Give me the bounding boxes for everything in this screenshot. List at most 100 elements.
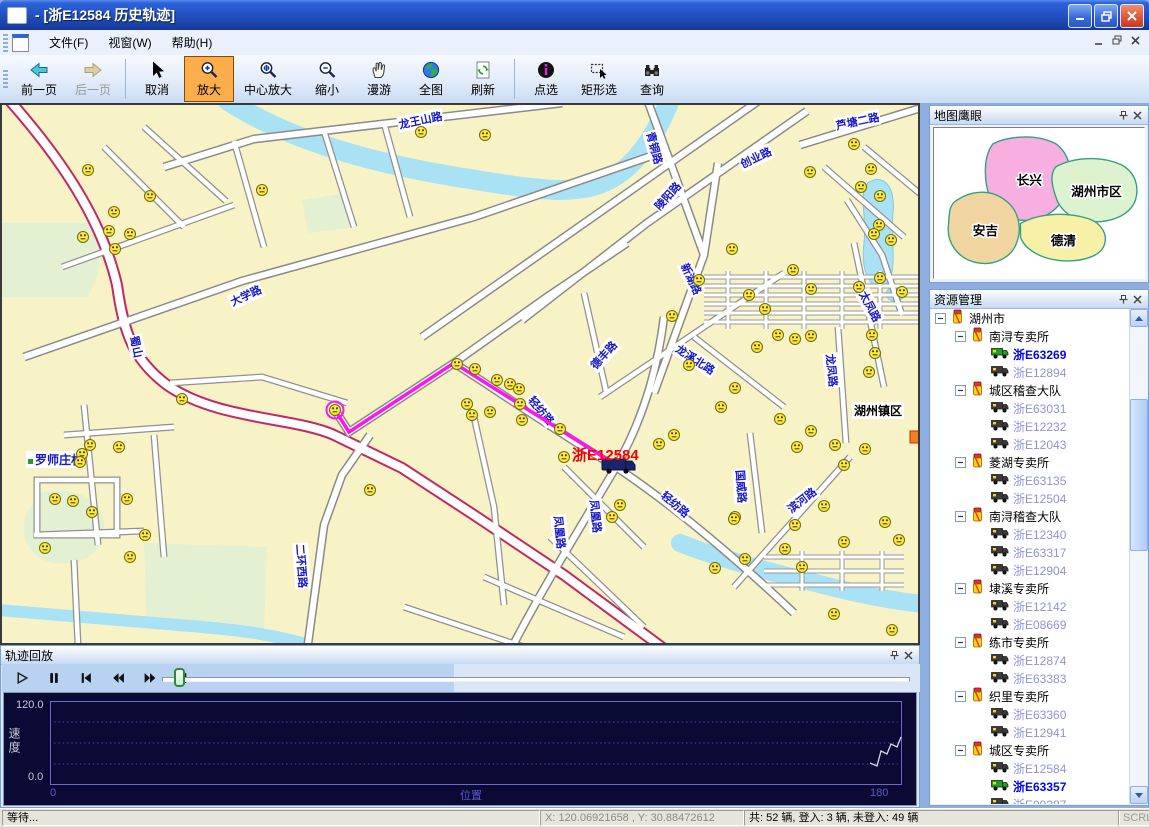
vehicle-smiley-marker[interactable] — [894, 535, 905, 546]
vehicle-smiley-marker[interactable] — [849, 139, 860, 150]
vehicle-smiley-marker[interactable] — [365, 485, 376, 496]
vehicle-smiley-marker[interactable] — [875, 191, 886, 202]
vehicle-smiley-marker[interactable] — [856, 182, 867, 193]
tree-vehicle[interactable]: 浙E63357 — [931, 777, 1130, 795]
vehicle-smiley-marker[interactable] — [792, 442, 803, 453]
vehicle-smiley-marker[interactable] — [514, 384, 525, 395]
vehicle-smiley-marker[interactable] — [740, 554, 751, 565]
vehicle-smiley-marker[interactable] — [85, 440, 96, 451]
vehicle-smiley-marker[interactable] — [555, 424, 566, 435]
vehicle-smiley-marker[interactable] — [775, 414, 786, 425]
tree-vehicle[interactable]: 浙E12941 — [931, 723, 1130, 741]
tree-vehicle[interactable]: 浙E09387 — [931, 795, 1130, 804]
vehicle-smiley-marker[interactable] — [654, 439, 665, 450]
vehicle-smiley-marker[interactable] — [140, 530, 151, 541]
vehicle-smiley-marker[interactable] — [788, 265, 799, 276]
vehicle-smiley-marker[interactable] — [744, 290, 755, 301]
tree-group[interactable]: 织里专卖所 — [931, 687, 1130, 705]
vehicle-smiley-marker[interactable] — [829, 609, 840, 620]
vehicle-smiley-marker[interactable] — [125, 229, 136, 240]
tree-vehicle[interactable]: 浙E12232 — [931, 417, 1130, 435]
vehicle-smiley-marker[interactable] — [75, 457, 86, 468]
vehicle-smiley-marker[interactable] — [806, 284, 817, 295]
vehicle-smiley-marker[interactable] — [760, 304, 771, 315]
tree-vehicle[interactable]: 浙E12584 — [931, 759, 1130, 777]
vehicle-smiley-marker[interactable] — [880, 517, 891, 528]
vehicle-smiley-marker[interactable] — [669, 430, 680, 441]
vehicle-smiley-marker[interactable] — [122, 494, 133, 505]
pan-button[interactable]: 漫游 — [354, 56, 404, 102]
playback-pin-icon[interactable] — [887, 648, 901, 662]
vehicle-smiley-marker[interactable] — [790, 334, 801, 345]
tree-vehicle[interactable]: 浙E12894 — [931, 363, 1130, 381]
vehicle-smiley-marker[interactable] — [830, 440, 841, 451]
vehicle-smiley-marker[interactable] — [667, 311, 678, 322]
tree-root[interactable]: 湖州市 — [931, 309, 1130, 327]
vehicle-smiley-marker[interactable] — [716, 402, 727, 413]
center-zoom-button[interactable]: 中心放大 — [236, 56, 300, 102]
vehicle-smiley-marker[interactable] — [773, 330, 784, 341]
tree-group[interactable]: 城区稽查大队 — [931, 381, 1130, 399]
tree-vehicle[interactable]: 浙E12504 — [931, 489, 1130, 507]
close-button[interactable] — [1120, 4, 1144, 28]
vehicle-smiley-marker[interactable] — [177, 394, 188, 405]
zoom-in-button[interactable]: 放大 — [184, 56, 234, 102]
tree-vehicle[interactable]: 浙E63360 — [931, 705, 1130, 723]
scroll-up-button[interactable] — [1130, 309, 1148, 327]
vehicle-smiley-marker[interactable] — [109, 207, 120, 218]
menu-item-0[interactable]: 文件(F) — [39, 31, 98, 54]
tree-vehicle[interactable]: 浙E63135 — [931, 471, 1130, 489]
vehicle-smiley-marker[interactable] — [864, 367, 875, 378]
vehicle-smiley-marker[interactable] — [780, 544, 791, 555]
tree-vehicle[interactable]: 浙E12142 — [931, 597, 1130, 615]
tree-vehicle[interactable]: 浙E12904 — [931, 561, 1130, 579]
vehicle-smiley-marker[interactable] — [729, 514, 740, 525]
tree-vehicle[interactable]: 浙E63383 — [931, 669, 1130, 687]
tree-scrollbar[interactable] — [1129, 309, 1147, 804]
vehicle-smiley-marker[interactable] — [40, 543, 51, 554]
zoom-out-button[interactable]: 缩小 — [302, 56, 352, 102]
vehicle-smiley-marker[interactable] — [462, 399, 473, 410]
tree-vehicle[interactable]: 浙E12874 — [931, 651, 1130, 669]
cancel-button[interactable]: 取消 — [132, 56, 182, 102]
toolbar-grip[interactable] — [3, 70, 8, 88]
vehicle-smiley-marker[interactable] — [886, 235, 897, 246]
vehicle-smiley-marker[interactable] — [104, 226, 115, 237]
tree-vehicle[interactable]: 浙E63031 — [931, 399, 1130, 417]
tree-group[interactable]: 菱湖专卖所 — [931, 453, 1130, 471]
vehicle-smiley-marker[interactable] — [727, 244, 738, 255]
vehicle-smiley-marker[interactable] — [839, 537, 850, 548]
mdi-close-icon[interactable] — [1131, 35, 1141, 49]
vehicle-smiley-marker[interactable] — [480, 130, 491, 141]
scroll-thumb[interactable] — [1130, 399, 1148, 551]
vehicle-smiley-marker[interactable] — [607, 512, 618, 523]
menu-item-2[interactable]: 帮助(H) — [162, 31, 223, 54]
overview-map[interactable]: 长兴湖州市区安吉德清 — [933, 127, 1145, 279]
tree-vehicle[interactable]: 浙E63269 — [931, 345, 1130, 363]
vehicle-smiley-marker[interactable] — [854, 282, 865, 293]
mdi-minimize-icon[interactable] — [1094, 35, 1104, 49]
eagle-eye-close-icon[interactable] — [1130, 108, 1144, 122]
playback-slider-thumb[interactable] — [174, 668, 185, 687]
step-first-button[interactable] — [74, 668, 98, 688]
vehicle-smiley-marker[interactable] — [875, 273, 886, 284]
minimize-button[interactable] — [1068, 4, 1092, 28]
menubar-grip[interactable] — [3, 34, 8, 52]
vehicle-smiley-marker[interactable] — [819, 501, 830, 512]
vehicle-smiley-marker[interactable] — [797, 562, 808, 573]
vehicle-smiley-marker[interactable] — [866, 164, 877, 175]
resources-pin-icon[interactable] — [1116, 292, 1130, 306]
vehicle-smiley-marker[interactable] — [87, 507, 98, 518]
map-canvas[interactable]: 龙王山路青铜路创业路芦塘二路陵阳路新湖路大学路蜀山德丰路龙溪北路龙凤路太凤路轻纺… — [0, 103, 920, 645]
tree-group[interactable]: 南浔专卖所 — [931, 327, 1130, 345]
playback-close-icon[interactable] — [901, 648, 915, 662]
vehicle-smiley-marker[interactable] — [125, 552, 136, 563]
vehicle-smiley-marker[interactable] — [515, 399, 526, 410]
vehicle-smiley-marker[interactable] — [684, 360, 695, 371]
play-button[interactable] — [10, 668, 34, 688]
vehicle-smiley-marker[interactable] — [416, 127, 427, 138]
tree-group[interactable]: 南浔稽查大队 — [931, 507, 1130, 525]
restore-button[interactable] — [1094, 4, 1118, 28]
vehicle-smiley-marker[interactable] — [452, 359, 463, 370]
vehicle-smiley-marker[interactable] — [68, 496, 79, 507]
